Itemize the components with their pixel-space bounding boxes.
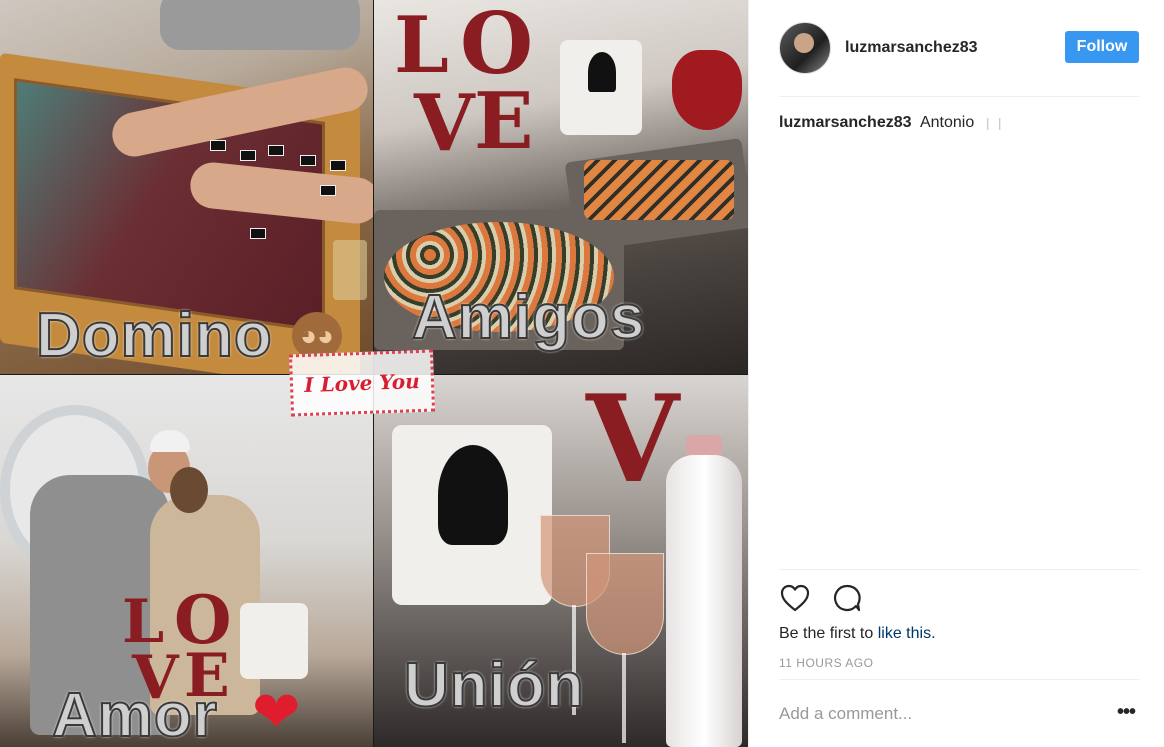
cake-tree-design (588, 52, 616, 92)
wine-glass (586, 553, 664, 655)
drink-glass (333, 240, 367, 300)
post-timestamp[interactable]: 11 HOURS AGO (779, 656, 873, 670)
i-love-you-sticker: I Love You (288, 349, 436, 417)
likes-prefix: Be the first to (779, 625, 878, 642)
post-image[interactable]: L O V E L O V E V Domino Amigos Amor Uni… (0, 0, 748, 747)
sushi-rolls (584, 160, 734, 220)
caption-amor: Amor (51, 680, 218, 747)
post-header: luzmarsanchez83 Follow (779, 22, 1139, 74)
divider (779, 569, 1139, 570)
caption-text: Antonio (919, 114, 975, 131)
likes-suffix: . (931, 625, 936, 642)
divider (779, 679, 1139, 680)
divider (779, 96, 1139, 97)
domino-tile (300, 155, 316, 166)
author-username[interactable]: luzmarsanchez83 (845, 39, 978, 57)
post-sidebar: luzmarsanchez83 Follow luzmarsanchez83 A… (748, 0, 1164, 747)
like-this-link[interactable]: like this (878, 625, 931, 642)
person-shirt (160, 0, 360, 50)
cake (240, 603, 308, 679)
hair (170, 467, 208, 513)
action-bar (779, 582, 863, 614)
red-heart-icon: ❤ (252, 680, 301, 745)
comment-input[interactable] (779, 700, 1099, 728)
post-caption: luzmarsanchez83 Antonio ❘❘ (779, 114, 1007, 132)
domino-tile (240, 150, 256, 161)
avatar[interactable] (779, 22, 831, 74)
domino-tile (268, 145, 284, 156)
follow-button[interactable]: Follow (1065, 31, 1139, 63)
more-options-icon[interactable]: ••• (1117, 702, 1136, 722)
domino-tile (250, 228, 266, 239)
domino-tile (320, 185, 336, 196)
likes-line: Be the first to like this. (779, 625, 936, 643)
comment-bubble-icon[interactable] (831, 582, 863, 614)
caption-union: Unión (403, 650, 585, 721)
domino-tile (210, 140, 226, 151)
love-letter: V (414, 78, 475, 169)
caption-amigos: Amigos (411, 282, 646, 353)
champagne-bottle (666, 455, 742, 747)
like-heart-icon[interactable] (779, 582, 811, 614)
domino-tile (330, 160, 346, 171)
heart-decoration (672, 50, 742, 130)
cake-tree-design (438, 445, 508, 545)
love-letter: E (474, 76, 534, 167)
white-cap (150, 430, 190, 452)
glass-stem (622, 653, 626, 743)
caption-emoji-placeholder: ❘❘ (982, 116, 1007, 130)
caption-username[interactable]: luzmarsanchez83 (779, 114, 912, 131)
caption-domino: Domino (35, 300, 273, 371)
